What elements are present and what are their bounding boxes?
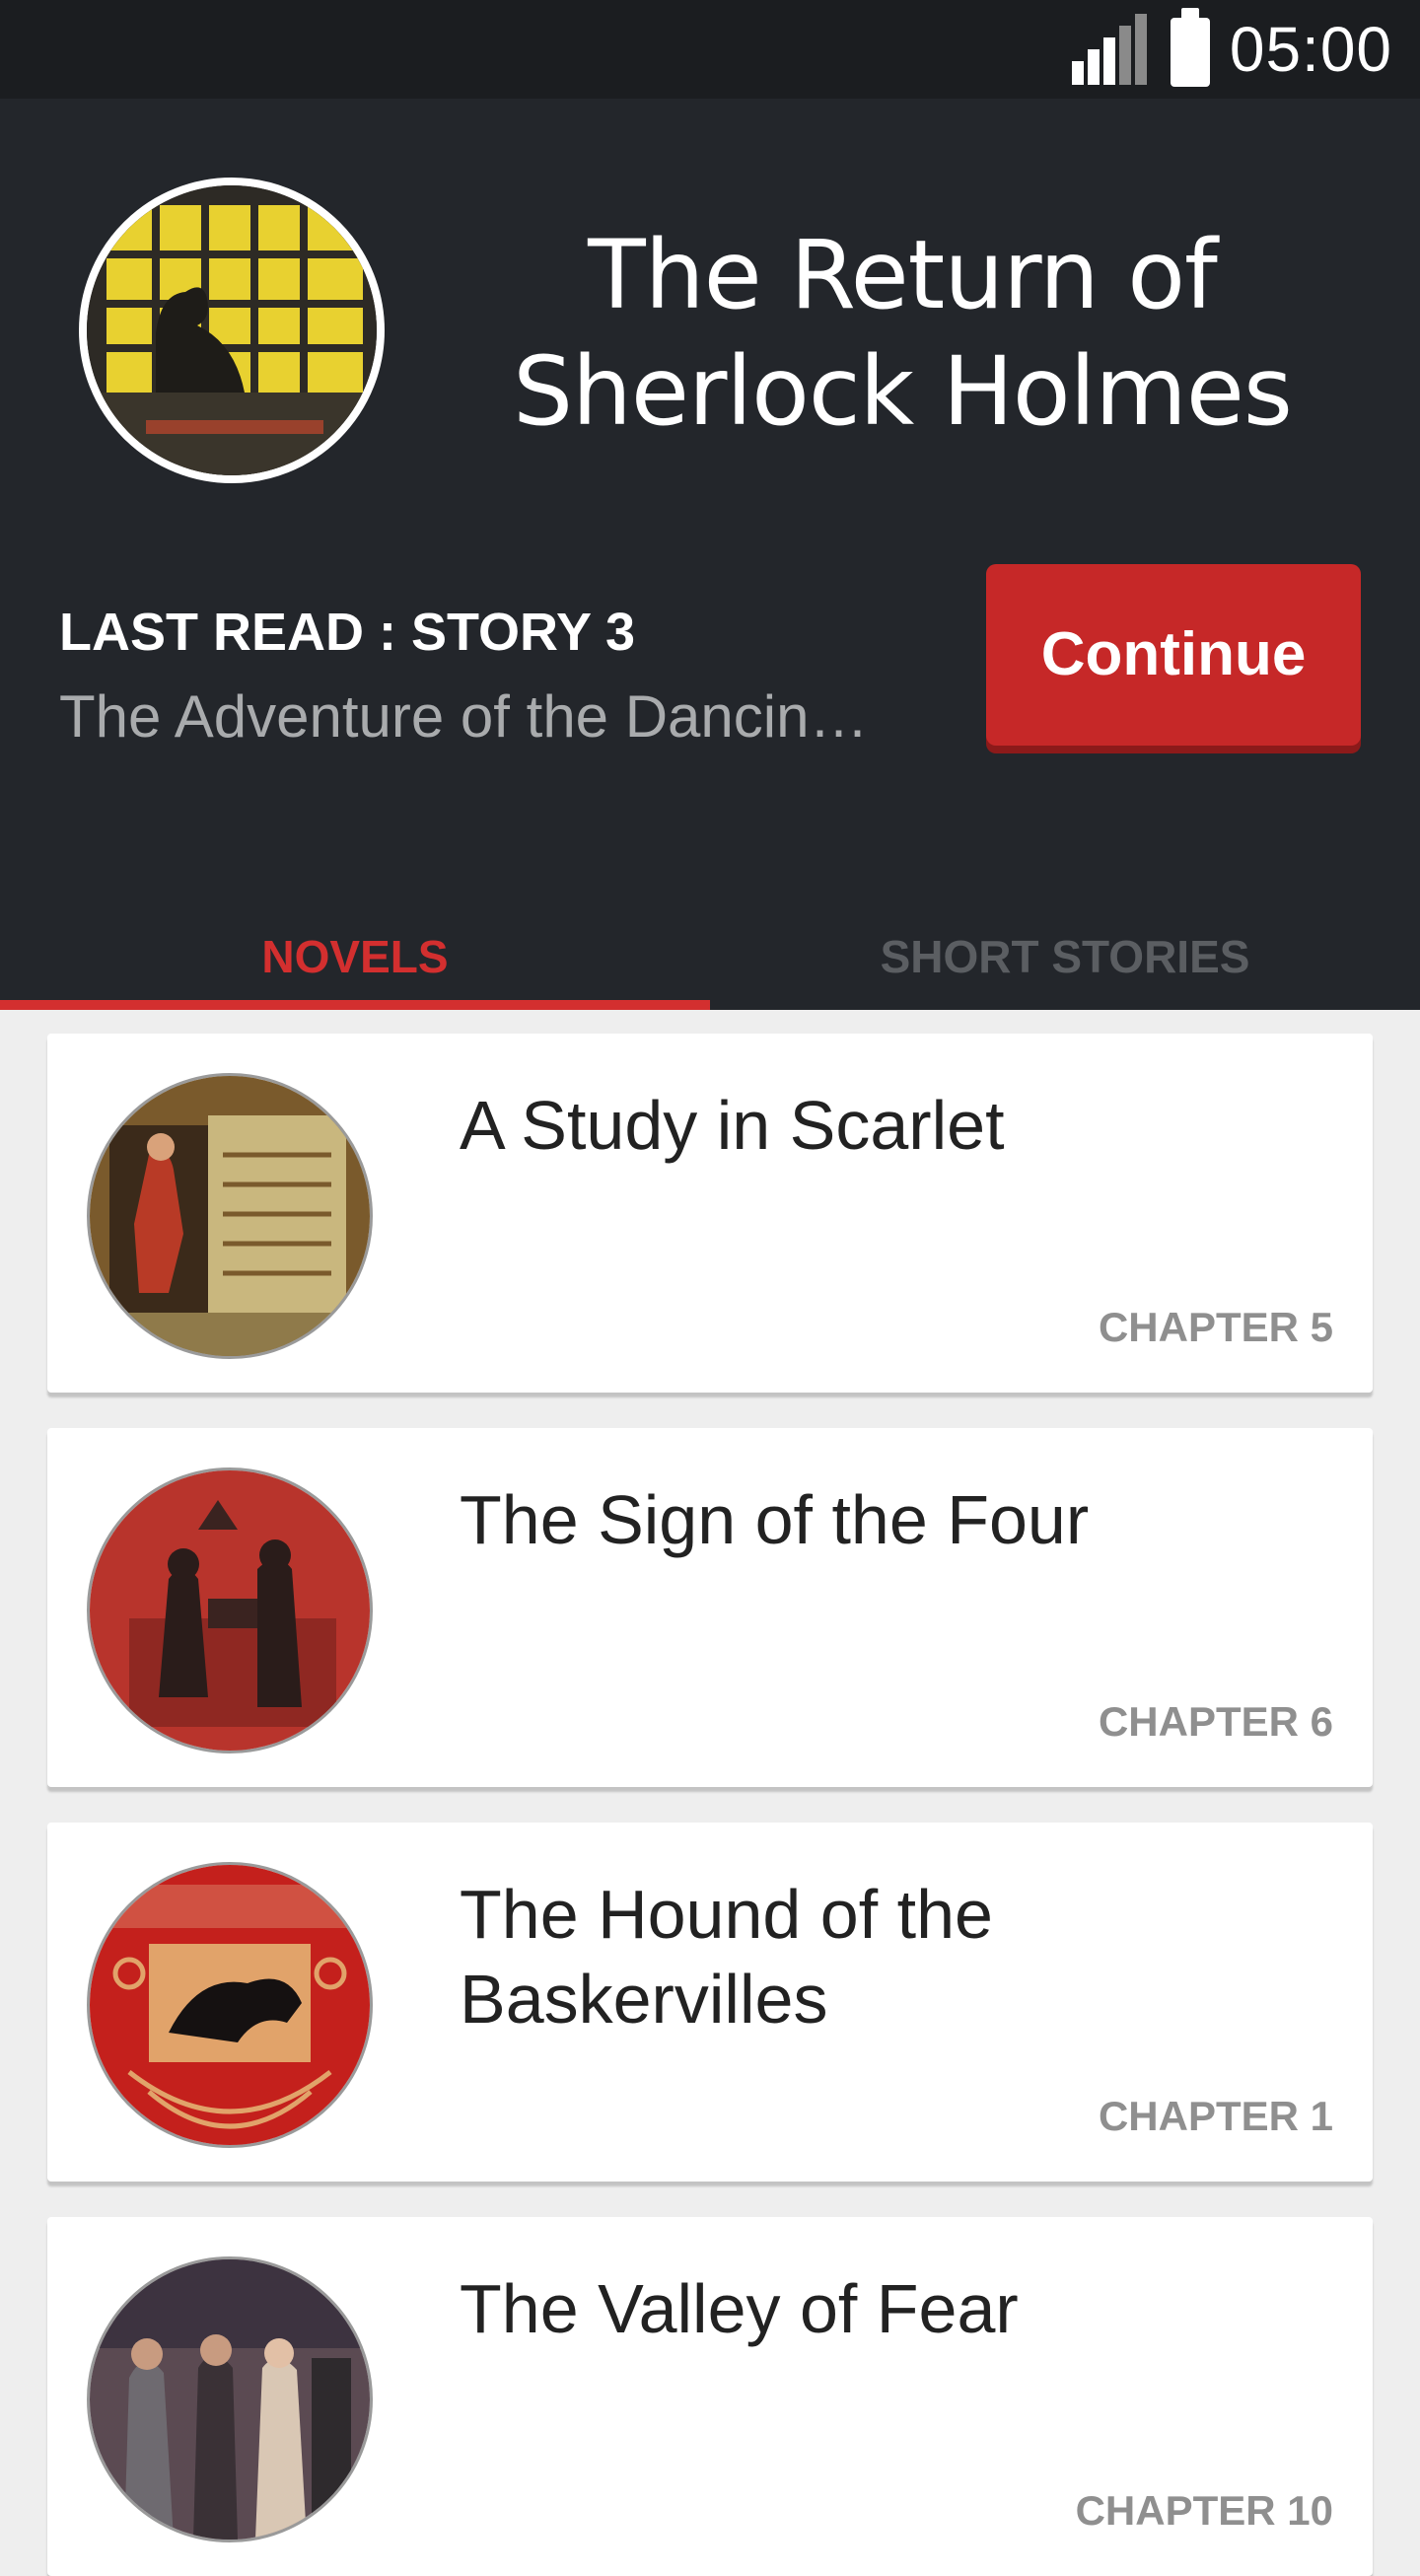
book-title: The Return of Sherlock Holmes	[513, 220, 1293, 447]
novel-title: A Study in Scarlet	[460, 1087, 1005, 1164]
tab-novels[interactable]: NOVELS	[0, 927, 710, 1010]
novel-title: The Sign of the Four	[460, 1481, 1090, 1558]
battery-icon	[1170, 8, 1210, 87]
novel-card-study-in-scarlet[interactable]: A Study in Scarlet CHAPTER 5	[47, 1034, 1373, 1393]
book-header: The Return of Sherlock Holmes LAST READ …	[0, 99, 1420, 1010]
novel-cover-thumbnail	[87, 2256, 373, 2542]
status-bar: 05:00	[0, 0, 1420, 99]
last-read-label: LAST READ : STORY 3	[59, 603, 636, 662]
novel-cover-thumbnail	[87, 1467, 373, 1753]
novel-cover-thumbnail	[87, 1073, 373, 1359]
last-read-story: The Adventure of the Dancin…	[59, 683, 869, 750]
novel-chapter: CHAPTER 1	[1098, 2093, 1333, 2139]
tab-short-stories[interactable]: SHORT STORIES	[710, 927, 1420, 1010]
novel-title: The Valley of Fear	[460, 2270, 1019, 2347]
tab-indicator	[0, 1000, 710, 1010]
tab-bar: NOVELS SHORT STORIES	[0, 927, 1420, 1010]
novel-card-sign-of-the-four[interactable]: The Sign of the Four CHAPTER 6	[47, 1428, 1373, 1787]
novel-card-valley-of-fear[interactable]: The Valley of Fear CHAPTER 10	[47, 2217, 1373, 2576]
novel-chapter: CHAPTER 6	[1098, 1698, 1333, 1745]
novel-chapter: CHAPTER 10	[1075, 2487, 1333, 2534]
novel-card-hound-of-the-baskervilles[interactable]: The Hound of the Baskervilles CHAPTER 1	[47, 1823, 1373, 2182]
novel-chapter: CHAPTER 5	[1098, 1304, 1333, 1350]
novel-title: The Hound of the Baskervilles	[460, 1876, 993, 2038]
book-cover-avatar	[79, 178, 385, 483]
continue-button[interactable]: Continue	[986, 564, 1361, 746]
novel-cover-thumbnail	[87, 1862, 373, 2148]
status-time: 05:00	[1229, 14, 1392, 85]
signal-icon	[1071, 14, 1151, 85]
